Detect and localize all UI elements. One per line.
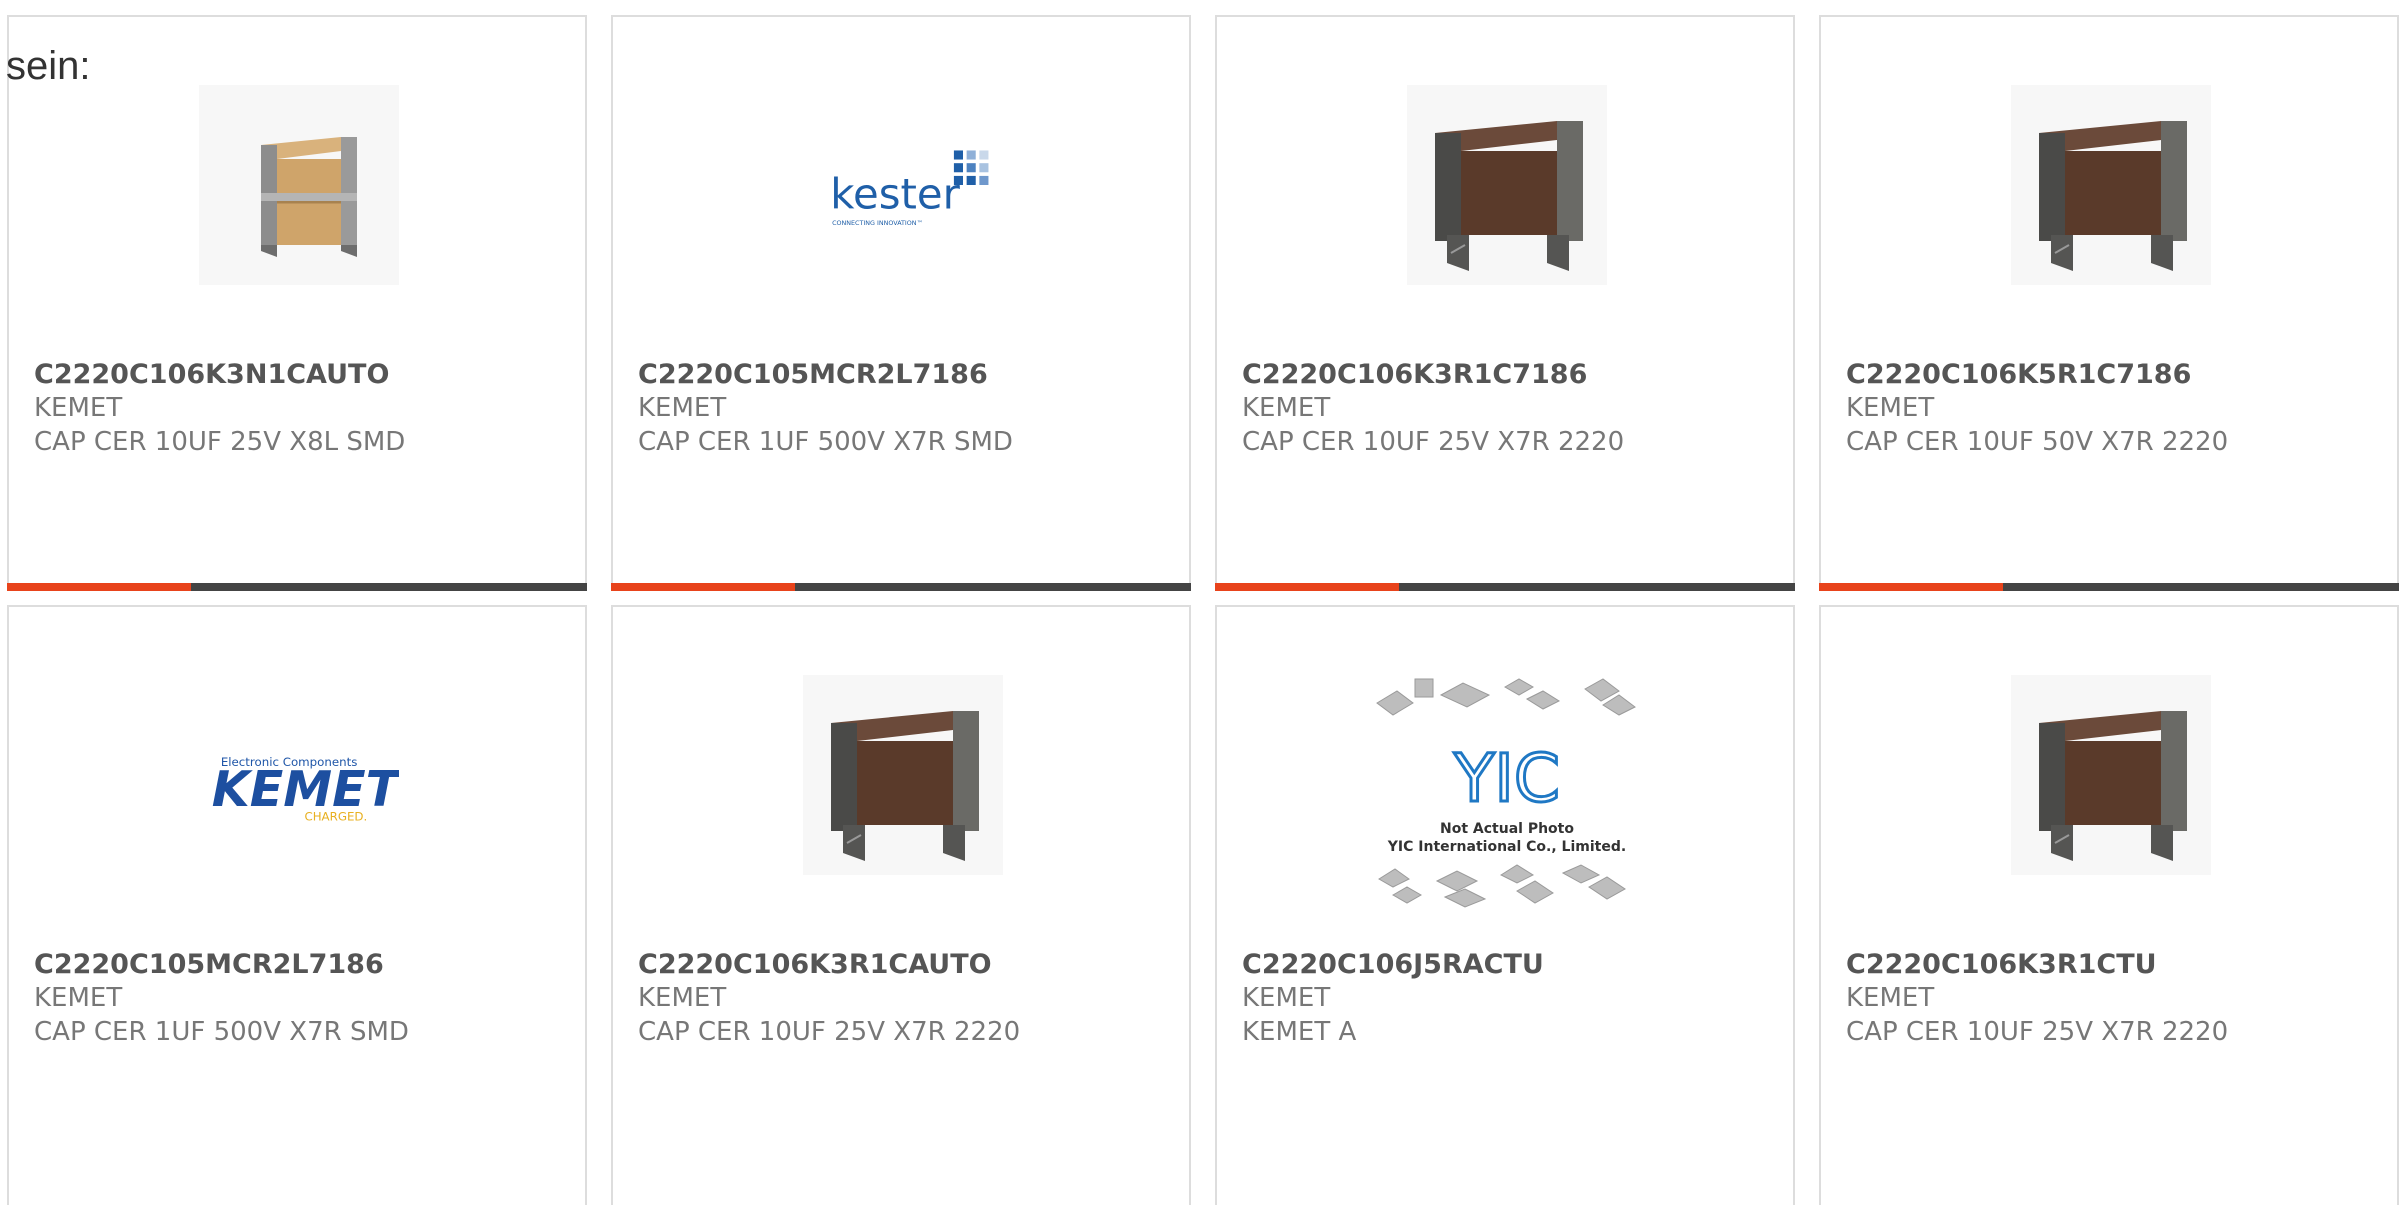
product-description: CAP CER 10UF 25V X7R 2220 [1242,427,1625,457]
product-image [199,85,399,285]
product-card[interactable]: C2220C106K3R1CAUTO KEMET CAP CER 10UF 25… [611,605,1191,1205]
product-part-number[interactable]: C2220C106K5R1C7186 [1846,359,2191,390]
kemet-logo: Electronic Components KEMET CHARGED. [199,684,399,866]
kester-logo: kester CONNECTING INNOVATION™ [803,94,1003,276]
capacitor-brown-icon [2011,85,2211,285]
kester-logo-tagline: CONNECTING INNOVATION™ [832,220,923,227]
yic-line-1: Not Actual Photo [1440,821,1574,837]
product-part-number[interactable]: C2220C105MCR2L7186 [34,949,384,980]
card-accent-bar [7,583,191,591]
product-card[interactable]: kester CONNECTING INNOVATION™ C2220C105M… [611,15,1191,591]
yic-placeholder: YIC Not Actual Photo YIC International C… [1367,669,1647,919]
product-card[interactable]: Electronic Components KEMET CHARGED. C22… [7,605,587,1205]
product-part-number[interactable]: C2220C106J5RACTU [1242,949,1544,980]
product-description: CAP CER 10UF 25V X8L SMD [34,427,406,457]
product-manufacturer: KEMET [1846,983,1935,1013]
product-image [2011,675,2211,875]
product-card[interactable]: C2220C106K3R1C7186 KEMET CAP CER 10UF 25… [1215,15,1795,591]
yic-logo-word: YIC [1453,740,1560,817]
product-image: Electronic Components KEMET CHARGED. [199,675,399,875]
product-description: CAP CER 10UF 50V X7R 2220 [1846,427,2229,457]
capacitor-brown-icon [1407,85,1607,285]
product-description: CAP CER 10UF 25V X7R 2220 [1846,1017,2229,1047]
product-description: CAP CER 1UF 500V X7R SMD [34,1017,409,1047]
product-card[interactable]: YIC Not Actual Photo YIC International C… [1215,605,1795,1205]
product-manufacturer: KEMET [1242,983,1331,1013]
product-manufacturer: KEMET [1846,393,1935,423]
card-bottom-bar [7,583,587,591]
product-part-number[interactable]: C2220C106K3R1CAUTO [638,949,992,980]
card-accent-bar [1819,583,2003,591]
product-description: CAP CER 10UF 25V X7R 2220 [638,1017,1021,1047]
capacitor-tan-icon [199,85,399,285]
product-manufacturer: KEMET [1242,393,1331,423]
intro-text: sein: [6,44,91,88]
product-manufacturer: KEMET [638,393,727,423]
product-manufacturer: KEMET [638,983,727,1013]
card-accent-bar [1215,583,1399,591]
card-bottom-bar [1215,583,1795,591]
product-card[interactable]: C2220C106K5R1C7186 KEMET CAP CER 10UF 50… [1819,15,2399,591]
product-part-number[interactable]: C2220C106K3R1CTU [1846,949,2157,980]
card-bottom-bar [1819,583,2399,591]
card-accent-bar [611,583,795,591]
capacitor-brown-icon [803,675,1003,875]
product-image [803,675,1003,875]
yic-line-2: YIC International Co., Limited. [1387,839,1626,855]
product-manufacturer: KEMET [34,393,123,423]
product-manufacturer: KEMET [34,983,123,1013]
product-part-number[interactable]: C2220C105MCR2L7186 [638,359,988,390]
capacitor-brown-icon [2011,675,2211,875]
product-image: YIC Not Actual Photo YIC International C… [1367,669,1647,919]
product-card[interactable]: C2220C106K3N1CAUTO KEMET CAP CER 10UF 25… [7,15,587,591]
product-part-number[interactable]: C2220C106K3R1C7186 [1242,359,1587,390]
kester-logo-word: kester [830,170,960,219]
product-image [1407,85,1607,285]
product-image [2011,85,2211,285]
product-description: KEMET A [1242,1017,1357,1047]
kemet-logo-tagline: CHARGED. [304,809,367,823]
product-part-number[interactable]: C2220C106K3N1CAUTO [34,359,389,390]
product-image: kester CONNECTING INNOVATION™ [803,85,1003,285]
product-card[interactable]: C2220C106K3R1CTU KEMET CAP CER 10UF 25V … [1819,605,2399,1205]
product-description: CAP CER 1UF 500V X7R SMD [638,427,1013,457]
card-bottom-bar [611,583,1191,591]
